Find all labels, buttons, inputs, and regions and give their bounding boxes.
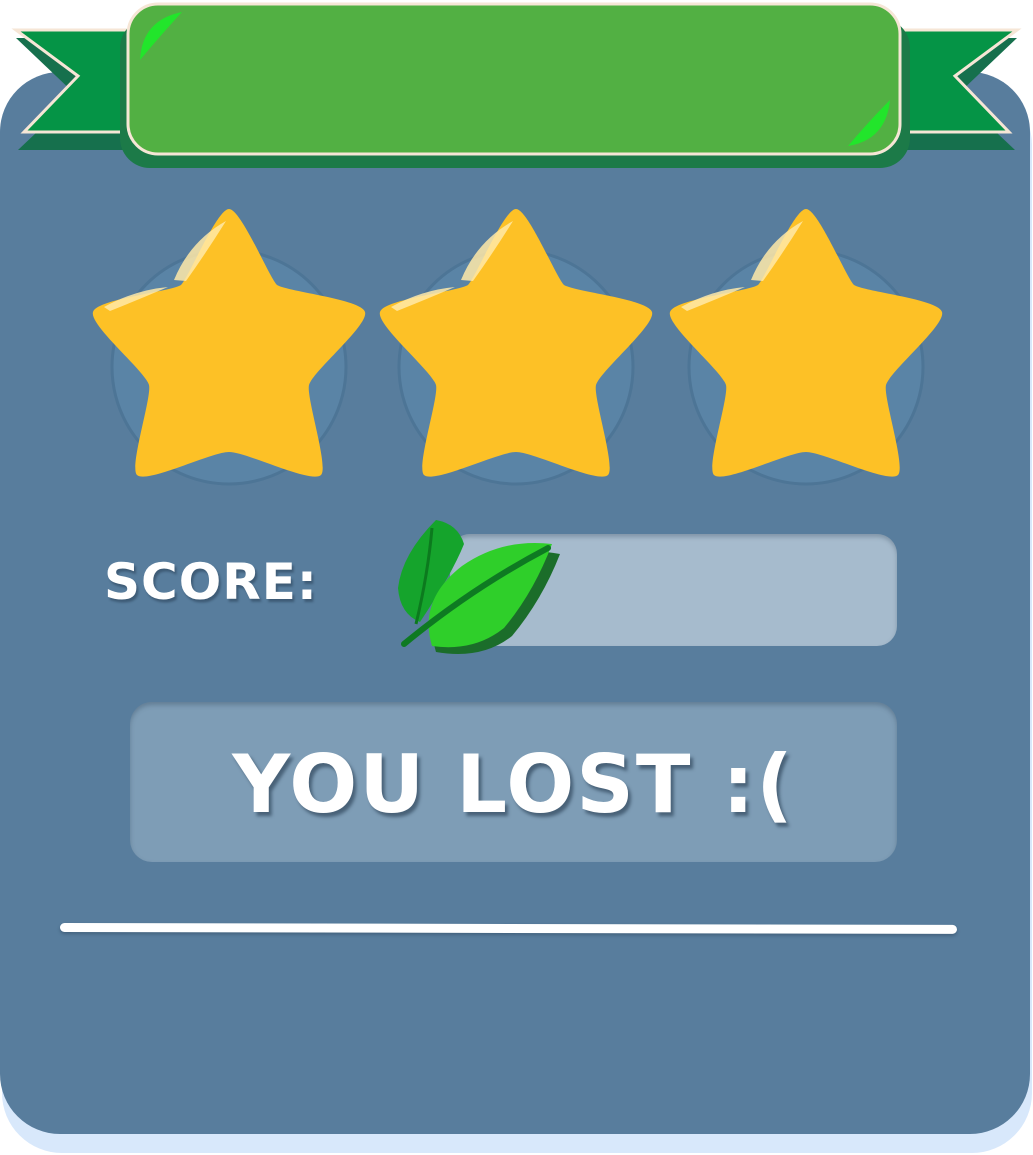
- star-1-icon: [92, 209, 366, 486]
- leaf-icon: [398, 520, 560, 654]
- title-banner-text: [128, 4, 900, 154]
- star-2-icon: [379, 209, 653, 486]
- star-3-icon: [669, 209, 943, 486]
- rating-stars: [92, 209, 943, 486]
- divider: [59, 923, 958, 934]
- result-message: YOU LOST :(: [232, 738, 795, 831]
- score-label: SCORE:: [104, 553, 318, 611]
- score-value: [560, 556, 880, 626]
